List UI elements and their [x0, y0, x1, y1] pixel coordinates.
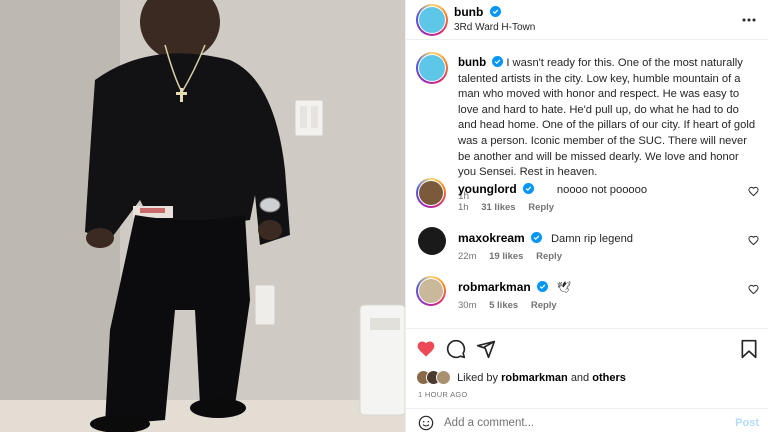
comment-avatar[interactable] — [416, 178, 446, 208]
comment-time: 30m — [458, 300, 477, 311]
verified-badge-icon — [522, 183, 534, 194]
author-avatar[interactable] — [416, 4, 448, 36]
heart-icon[interactable] — [748, 284, 759, 295]
heart-icon[interactable] — [748, 186, 759, 197]
comment-likes[interactable]: 31 likes — [481, 202, 515, 213]
more-horizontal-icon[interactable] — [741, 12, 757, 28]
liked-by-and: and — [570, 371, 590, 384]
post-header: bunb 3Rd Ward H-Town — [406, 0, 768, 40]
bookmark-save-icon[interactable] — [739, 339, 759, 359]
author-info: bunb 3Rd Ward H-Town — [454, 5, 535, 33]
post-details-panel: bunb 3Rd Ward H-Town bunb I wasn't ready… — [405, 0, 768, 432]
comment-meta: 30m 5 likes Reply — [458, 300, 567, 311]
emoji-smile-icon[interactable] — [418, 415, 434, 431]
add-comment-bar: Post — [406, 408, 768, 432]
author-username[interactable]: bunb — [454, 5, 483, 19]
comment-reply-button[interactable]: Reply — [528, 202, 554, 213]
verified-badge-icon — [530, 232, 542, 243]
liked-by-others[interactable]: others — [592, 372, 626, 384]
liked-by-row: Liked by robmarkman and others — [416, 370, 626, 386]
comment-item: younglord noooo not pooooo 1h 31 likes R… — [406, 178, 768, 226]
verified-badge-icon — [536, 281, 548, 292]
photo-illustration — [0, 0, 405, 432]
comment-meta: 1h 31 likes Reply — [458, 202, 564, 213]
post-timestamp[interactable]: 1 HOUR AGO — [418, 390, 468, 399]
post-comment-button[interactable]: Post — [735, 417, 759, 429]
verified-badge-icon — [492, 56, 504, 67]
comment-item: robmarkman 🕊 30m 5 likes Reply — [406, 276, 768, 324]
caption-avatar[interactable] — [416, 52, 448, 84]
instagram-post-modal: bunb 3Rd Ward H-Town bunb I wasn't ready… — [0, 0, 768, 432]
comment-body: Damn rip legend — [550, 233, 634, 245]
comment-time: 1h — [458, 202, 469, 213]
heart-icon[interactable] — [748, 235, 759, 246]
liked-by-user[interactable]: robmarkman — [501, 372, 568, 384]
share-send-icon[interactable] — [476, 339, 496, 359]
comment-text-row: younglord noooo not pooooo — [458, 182, 647, 196]
comment-item: maxokream Damn rip legend 22m 19 likes R… — [406, 227, 768, 275]
comment-username[interactable]: younglord — [458, 182, 517, 196]
comment-username[interactable]: maxokream — [458, 231, 525, 245]
avatar — [436, 370, 451, 385]
comment-time: 22m — [458, 251, 477, 262]
post-location[interactable]: 3Rd Ward H-Town — [454, 22, 535, 33]
comment-username[interactable]: robmarkman — [458, 280, 531, 294]
comment-reply-button[interactable]: Reply — [536, 251, 562, 262]
verified-badge-icon — [489, 6, 501, 17]
comment-reply-button[interactable]: Reply — [531, 300, 557, 311]
liked-by-prefix: Liked by — [457, 371, 499, 384]
comment-text-row: maxokream Damn rip legend — [458, 231, 633, 245]
caption-text: I wasn't ready for this. One of the most… — [458, 57, 756, 179]
comment-avatar[interactable] — [418, 227, 446, 255]
comment-body: 🕊 — [556, 282, 572, 294]
like-heart-filled-icon[interactable] — [416, 339, 436, 359]
comment-avatar[interactable] — [416, 276, 446, 306]
comment-bubble-icon[interactable] — [446, 339, 466, 359]
comment-meta: 22m 19 likes Reply — [458, 251, 572, 262]
comment-body: noooo not pooooo — [556, 184, 648, 196]
caption-username[interactable]: bunb — [458, 57, 486, 69]
comment-likes[interactable]: 19 likes — [489, 251, 523, 262]
liked-by-avatars[interactable] — [416, 370, 454, 386]
comment-text-row: robmarkman 🕊 — [458, 280, 571, 294]
post-actions-bar — [406, 328, 768, 368]
comment-likes[interactable]: 5 likes — [489, 300, 518, 311]
add-comment-input[interactable] — [444, 413, 714, 432]
post-photo[interactable] — [0, 0, 405, 432]
